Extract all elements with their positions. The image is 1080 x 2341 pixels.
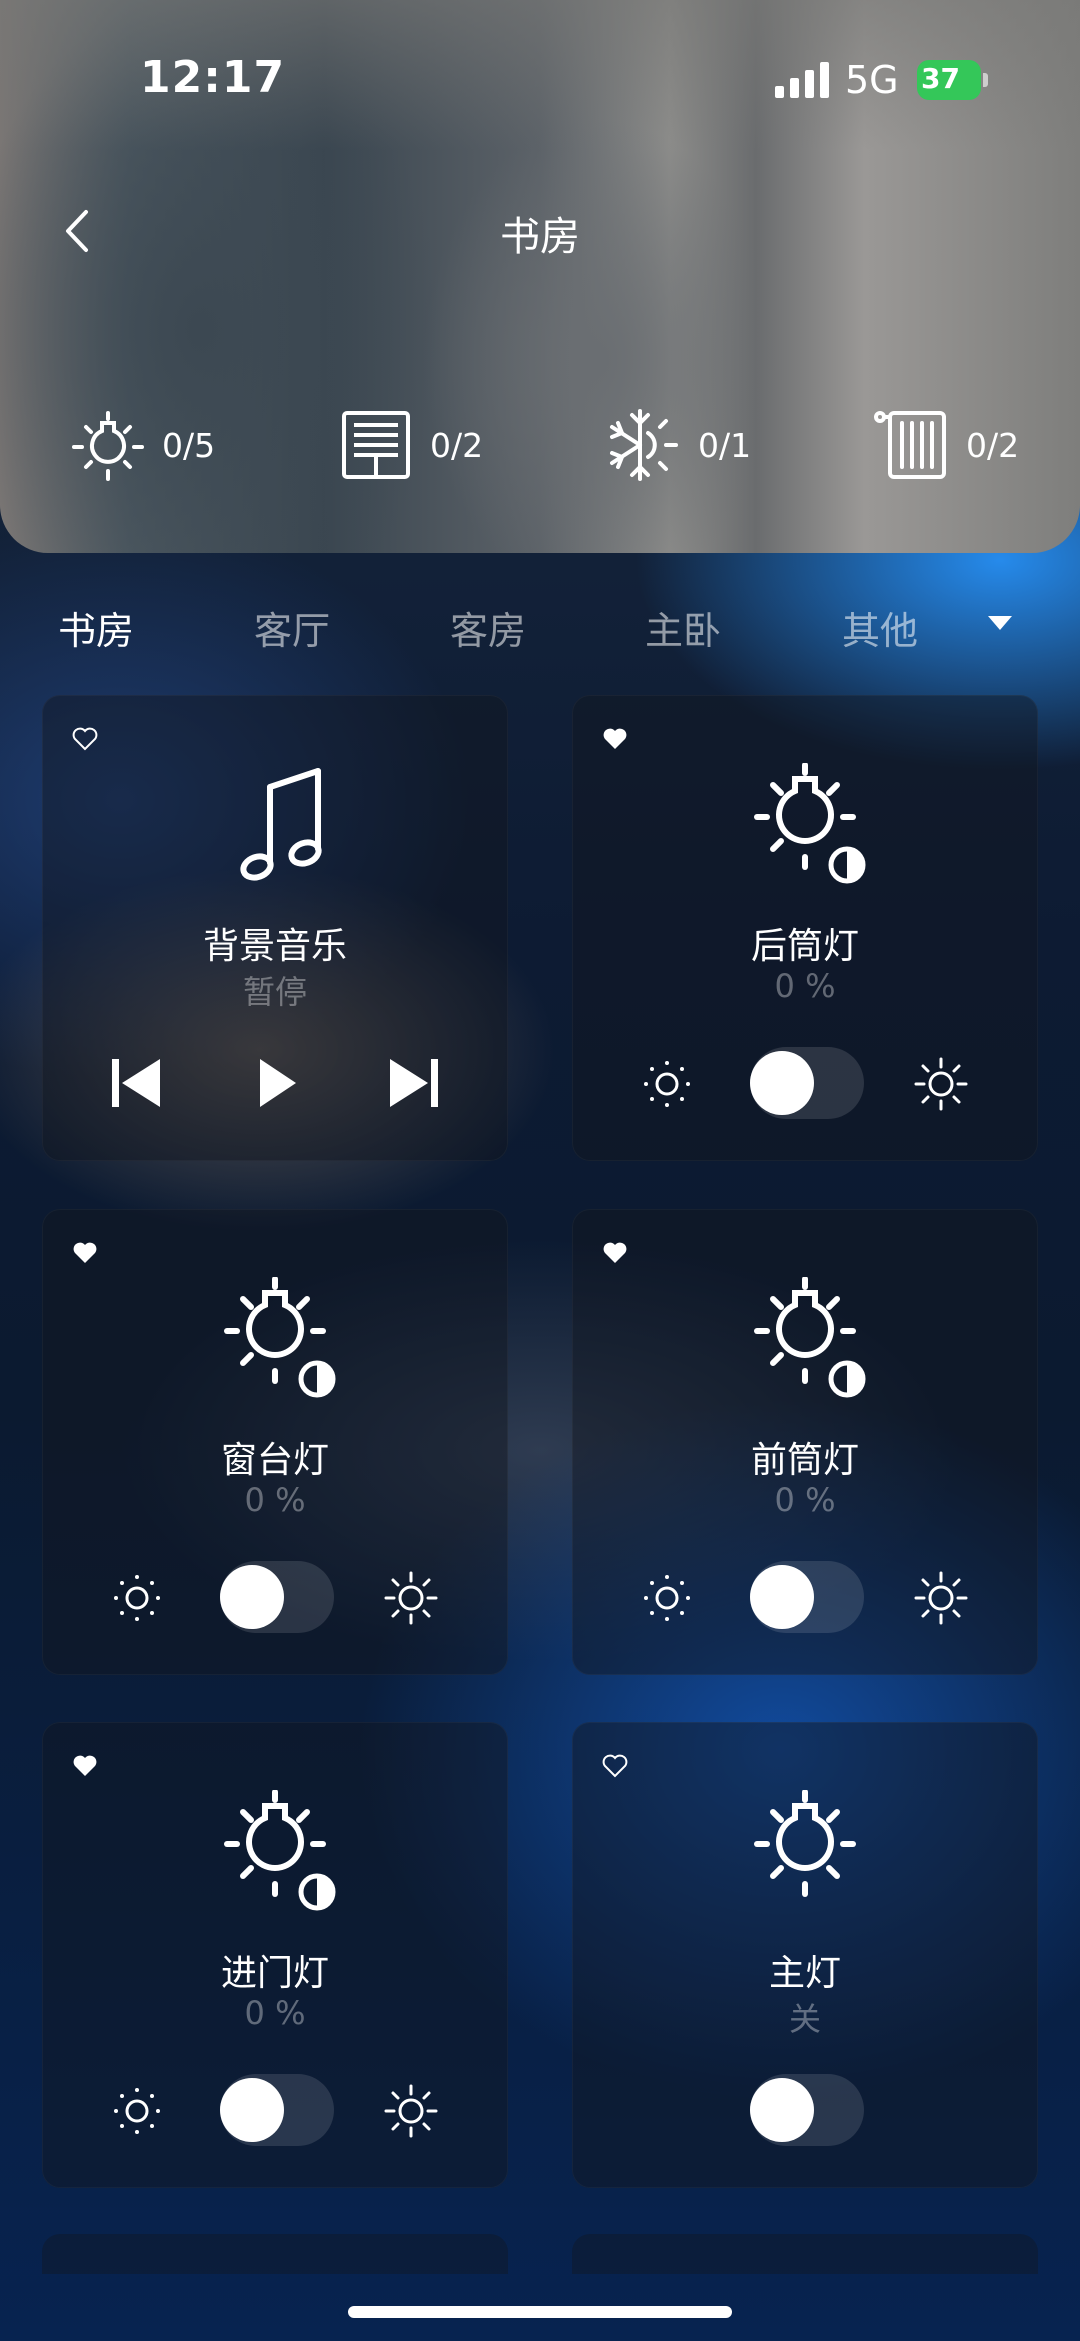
- device-state: 0 %: [244, 1994, 306, 2032]
- brightness-up-icon[interactable]: [384, 2084, 438, 2138]
- signal-icon: [775, 62, 829, 98]
- room-tabs: 书房 客厅 客房 主卧 其他: [0, 590, 1080, 660]
- status-bar: 12:17 5G 37: [0, 0, 1080, 160]
- dimmer-controls: [572, 1561, 1038, 1633]
- device-state: 0 %: [774, 1481, 836, 1519]
- dimmable-light-icon: [224, 1277, 336, 1398]
- tab-guest-room[interactable]: 客房: [450, 600, 526, 655]
- brightness-up-icon[interactable]: [384, 1571, 438, 1625]
- summary-count: 0/2: [430, 425, 484, 465]
- device-state: 关: [788, 2000, 821, 2038]
- play-icon[interactable]: [246, 1053, 306, 1113]
- dimmer-controls: [572, 1047, 1038, 1119]
- summary-ac[interactable]: 0/1: [604, 400, 751, 490]
- device-card-main-light[interactable]: 主灯 关: [572, 1722, 1038, 2188]
- favorite-icon[interactable]: [70, 723, 100, 753]
- air-conditioner-icon: [610, 409, 678, 481]
- summary-count: 0/5: [162, 425, 216, 465]
- device-name: 后筒灯: [750, 926, 859, 967]
- home-indicator[interactable]: [348, 2306, 732, 2318]
- tab-living-room[interactable]: 客厅: [254, 600, 330, 655]
- device-name: 前筒灯: [750, 1440, 859, 1481]
- device-state: 暂停: [242, 973, 307, 1011]
- curtain-icon: [342, 411, 410, 479]
- network-type: 5G: [845, 58, 899, 102]
- tab-study[interactable]: 书房: [58, 600, 134, 655]
- device-card-peek: [572, 2234, 1038, 2274]
- device-card-peek: [42, 2234, 508, 2274]
- summary-count: 0/1: [698, 425, 752, 465]
- favorite-filled-icon[interactable]: [600, 723, 630, 753]
- device-summary: 0/5 0/2 0/1 0/2: [0, 400, 1080, 490]
- music-note-icon: [240, 768, 322, 881]
- brightness-down-icon[interactable]: [110, 2084, 164, 2138]
- device-card-entrance-light[interactable]: 进门灯 0 %: [42, 1722, 508, 2188]
- favorite-filled-icon[interactable]: [70, 1750, 100, 1780]
- dimmable-light-icon: [754, 1277, 866, 1398]
- favorite-filled-icon[interactable]: [70, 1237, 100, 1267]
- tabs-dropdown-icon[interactable]: [988, 616, 1012, 630]
- device-name: 主灯: [768, 1953, 841, 1994]
- device-state: 0 %: [774, 967, 836, 1005]
- brightness-down-icon[interactable]: [640, 1057, 694, 1111]
- summary-heaters[interactable]: 0/2: [872, 400, 1019, 490]
- light-bulb-icon: [754, 1790, 856, 1897]
- media-controls: [42, 1047, 508, 1119]
- device-card-windowsill-light[interactable]: 窗台灯 0 %: [42, 1209, 508, 1675]
- dimmer-controls: [42, 2074, 508, 2146]
- brightness-down-icon[interactable]: [640, 1571, 694, 1625]
- device-name: 背景音乐: [202, 926, 347, 967]
- page-title: 书房: [500, 214, 580, 260]
- dimmable-light-icon: [224, 1790, 336, 1911]
- light-bulb-icon: [72, 411, 144, 481]
- brightness-up-icon[interactable]: [914, 1057, 968, 1111]
- device-name: 窗台灯: [220, 1440, 329, 1481]
- dimmer-toggle[interactable]: [750, 1047, 864, 1119]
- heater-icon: [874, 411, 946, 479]
- device-card-music[interactable]: 背景音乐 暂停: [42, 695, 508, 1161]
- device-name: 进门灯: [220, 1953, 329, 1994]
- summary-count: 0/2: [966, 425, 1020, 465]
- nav-bar: 书房: [0, 190, 1080, 270]
- previous-icon[interactable]: [106, 1053, 166, 1113]
- dimmable-light-icon: [754, 763, 866, 884]
- battery-icon: 37: [917, 60, 989, 100]
- power-toggle[interactable]: [750, 2074, 864, 2146]
- battery-level: 37: [921, 62, 960, 95]
- summary-curtains[interactable]: 0/2: [336, 400, 483, 490]
- device-card-rear-downlight[interactable]: 后筒灯 0 %: [572, 695, 1038, 1161]
- brightness-down-icon[interactable]: [110, 1571, 164, 1625]
- dimmer-toggle[interactable]: [220, 1561, 334, 1633]
- tab-master-bedroom[interactable]: 主卧: [645, 600, 721, 655]
- dimmer-controls: [42, 1561, 508, 1633]
- brightness-up-icon[interactable]: [914, 1571, 968, 1625]
- favorite-filled-icon[interactable]: [600, 1237, 630, 1267]
- switch-controls: [572, 2074, 1038, 2146]
- summary-lights[interactable]: 0/5: [68, 400, 215, 490]
- status-time: 12:17: [140, 52, 286, 103]
- next-icon[interactable]: [384, 1053, 444, 1113]
- favorite-icon[interactable]: [600, 1750, 630, 1780]
- device-state: 0 %: [244, 1481, 306, 1519]
- dimmer-toggle[interactable]: [750, 1561, 864, 1633]
- dimmer-toggle[interactable]: [220, 2074, 334, 2146]
- device-card-front-downlight[interactable]: 前筒灯 0 %: [572, 1209, 1038, 1675]
- tab-other[interactable]: 其他: [842, 600, 918, 655]
